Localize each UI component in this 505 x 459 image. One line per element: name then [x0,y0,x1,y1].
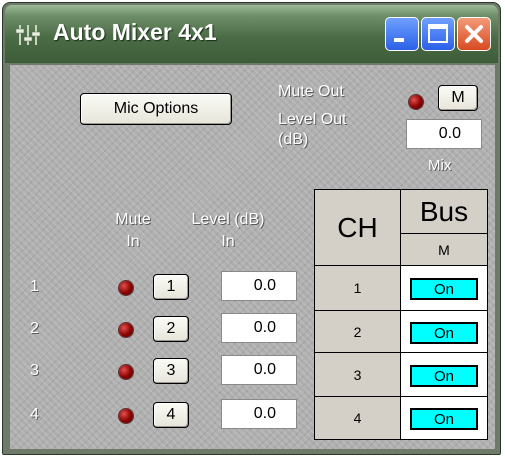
ch-cell-3: 3 [314,352,401,397]
channel-row-label: 3 [30,362,39,379]
level-in-field-2[interactable]: 0.0 [221,313,297,343]
mixer-panel: Mic Options Mute Out M Level Out (dB) 0.… [10,65,495,449]
maximize-button[interactable] [421,17,455,51]
minimize-icon [394,38,404,42]
mute-in-led-icon [119,281,133,295]
mute-in-button-2[interactable]: 2 [153,316,189,342]
channel-row-label: 2 [30,320,39,337]
mix-label: Mix [428,157,452,174]
bus-cell-3: On [400,352,488,397]
mute-in-led-icon [119,365,133,379]
close-button[interactable] [457,17,491,51]
mic-options-button[interactable]: Mic Options [80,93,232,125]
mixer-icon [15,25,41,45]
ch-cell-4: 4 [314,396,401,440]
level-in-header-sub: In [221,233,235,250]
level-in-field-1[interactable]: 0.0 [221,271,297,301]
bus-cell-4: On [400,396,488,440]
mute-in-header-sub: In [126,233,140,250]
window-title: Auto Mixer 4x1 [53,19,217,45]
mute-in-led-icon [119,323,133,337]
level-out-label: Level Out [278,111,347,128]
close-icon [465,25,483,43]
mute-out-button[interactable]: M [438,85,478,111]
bus-header: Bus [400,189,488,234]
bus-cell-2: On [400,310,488,353]
level-out-field[interactable]: 0.0 [406,119,482,149]
bus-cell-1: On [400,265,488,311]
mute-in-button-1[interactable]: 1 [153,274,189,300]
bus-on-button-4[interactable]: On [410,408,478,430]
maximize-icon [428,24,448,43]
level-in-header: Level (dB) [191,211,265,228]
ch-cell-1: 1 [314,265,401,311]
level-in-field-3[interactable]: 0.0 [221,355,297,385]
mute-in-led-icon [119,409,133,423]
bus-on-button-3[interactable]: On [410,365,478,387]
channel-row-label: 1 [30,278,39,295]
channel-row-label: 4 [30,406,39,423]
bus-on-button-1[interactable]: On [410,278,478,300]
bus-mute-header[interactable]: M [400,233,488,266]
mute-out-label: Mute Out [278,83,344,100]
mute-in-button-3[interactable]: 3 [153,358,189,384]
level-out-unit-label: (dB) [278,131,309,148]
mute-in-header: Mute [115,211,151,228]
ch-header: CH [314,189,401,266]
bus-on-button-2[interactable]: On [410,322,478,344]
level-in-field-4[interactable]: 0.0 [221,399,297,429]
minimize-button[interactable] [385,17,419,51]
auto-mixer-window: Auto Mixer 4x1 Mic Options Mute Out M Le… [2,2,501,455]
title-bar[interactable]: Auto Mixer 4x1 [5,5,498,63]
mute-out-led-icon [409,95,423,109]
mute-in-button-4[interactable]: 4 [153,402,189,428]
ch-cell-2: 2 [314,310,401,353]
